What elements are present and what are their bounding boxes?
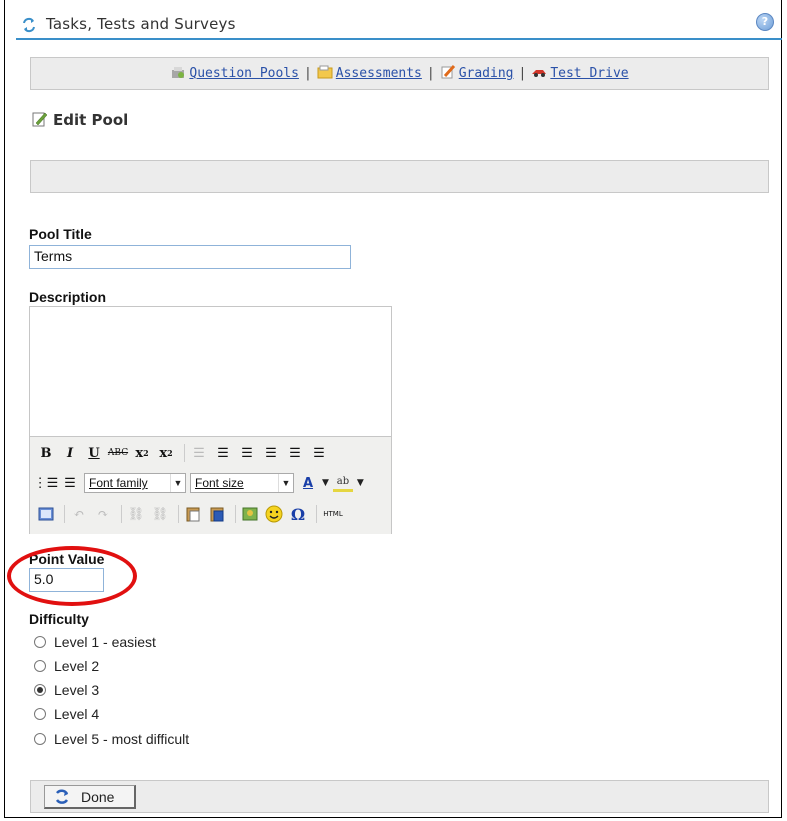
message-bar (30, 160, 769, 193)
edit-icon (32, 112, 47, 127)
paste-text-icon[interactable] (183, 504, 203, 524)
font-size-value: Font size (195, 476, 244, 490)
numbered-list-icon[interactable]: ☰ (60, 473, 80, 493)
tool-nav: Question Pools | Assessments | Grading | Te… (30, 57, 769, 90)
toolbar-divider (316, 505, 317, 523)
editor-toolbar: B I U ABC x2 x2 ☰ ☰ ☰ ☰ ☰ ☰ ⋮☰ ☰ Font fa… (30, 436, 391, 534)
assessments-icon (317, 65, 333, 79)
nav-separator: | (303, 66, 312, 81)
difficulty-label: Difficulty (29, 611, 89, 627)
radio-button[interactable] (34, 733, 46, 745)
panel-title: Tasks, Tests and Surveys (46, 15, 236, 33)
done-button-label: Done (81, 788, 115, 805)
highlight-annotation (7, 546, 137, 606)
chevron-down-icon[interactable]: ▼ (357, 478, 364, 488)
difficulty-option-level-1[interactable]: Level 1 - easiest (34, 632, 156, 652)
difficulty-option-level-3[interactable]: Level 3 (34, 680, 99, 700)
panel-header: Tasks, Tests and Surveys ? (16, 10, 782, 40)
special-character-icon[interactable]: Ω (288, 504, 308, 524)
radio-button[interactable] (34, 708, 46, 720)
align-left-icon[interactable]: ☰ (237, 443, 257, 463)
italic-icon[interactable]: I (60, 443, 80, 463)
difficulty-option-label: Level 4 (54, 706, 100, 722)
question-pools-icon (172, 67, 185, 78)
difficulty-option-level-2[interactable]: Level 2 (34, 656, 99, 676)
font-family-value: Font family (89, 476, 148, 490)
nav-link-grading[interactable]: Grading (459, 66, 514, 81)
radio-button-checked[interactable] (34, 684, 46, 696)
outdent-icon[interactable]: ☰ (189, 443, 209, 463)
nav-separator: | (426, 66, 435, 81)
difficulty-option-level-4[interactable]: Level 4 (34, 704, 99, 724)
done-button[interactable]: Done (44, 785, 136, 809)
strikethrough-icon[interactable]: ABC (108, 443, 128, 463)
toolbar-divider (178, 505, 179, 523)
difficulty-option-level-5[interactable]: Level 5 - most difficult (34, 729, 189, 749)
nav-link-assessments[interactable]: Assessments (336, 66, 422, 81)
difficulty-option-label: Level 1 - easiest (54, 634, 156, 650)
nav-link-question-pools[interactable]: Question Pools (189, 66, 299, 81)
toolbar-divider (64, 505, 65, 523)
link-icon[interactable]: ⛓ (126, 504, 146, 524)
test-drive-icon (532, 70, 547, 77)
done-icon (55, 789, 69, 804)
undo-icon[interactable]: ↶ (69, 504, 89, 524)
difficulty-option-label: Level 5 - most difficult (54, 731, 190, 747)
underline-icon[interactable]: U (84, 443, 104, 463)
description-textarea[interactable] (30, 307, 391, 436)
nav-link-test-drive[interactable]: Test Drive (550, 66, 628, 81)
footer-bar: Done (30, 780, 769, 813)
subscript-icon[interactable]: x2 (132, 443, 152, 463)
pool-title-label: Pool Title (29, 226, 92, 242)
highlight-color-icon[interactable]: ab (332, 475, 353, 492)
difficulty-option-label: Level 3 (54, 682, 100, 698)
help-icon[interactable]: ? (756, 13, 774, 31)
nav-separator: | (518, 66, 527, 81)
image-icon[interactable] (240, 504, 260, 524)
chevron-down-icon: ▼ (170, 474, 185, 492)
align-right-icon[interactable]: ☰ (285, 443, 305, 463)
table-icon[interactable] (36, 504, 56, 524)
radio-button[interactable] (34, 636, 46, 648)
chevron-down-icon: ▼ (278, 474, 293, 492)
description-label: Description (29, 289, 107, 305)
bold-icon[interactable]: B (36, 443, 56, 463)
pool-title-input[interactable]: Terms (29, 245, 351, 269)
description-editor: B I U ABC x2 x2 ☰ ☰ ☰ ☰ ☰ ☰ ⋮☰ ☰ Font fa… (29, 306, 392, 534)
bullet-list-icon[interactable]: ⋮☰ (34, 473, 59, 493)
font-family-select[interactable]: Font family ▼ (84, 473, 186, 493)
text-color-icon[interactable]: A (298, 473, 318, 493)
page-title-text: Edit Pool (53, 111, 129, 129)
chevron-down-icon[interactable]: ▼ (322, 478, 329, 488)
redo-icon[interactable]: ↷ (93, 504, 113, 524)
refresh-icon[interactable] (20, 16, 38, 34)
paste-word-icon[interactable] (207, 504, 227, 524)
align-center-icon[interactable]: ☰ (261, 443, 281, 463)
font-size-select[interactable]: Font size ▼ (190, 473, 294, 493)
radio-button[interactable] (34, 660, 46, 672)
unlink-icon[interactable]: ⛓ (150, 504, 170, 524)
superscript-icon[interactable]: x2 (156, 443, 176, 463)
grading-icon (441, 64, 455, 79)
toolbar-divider (235, 505, 236, 523)
align-justify-icon[interactable]: ☰ (309, 443, 329, 463)
difficulty-option-label: Level 2 (54, 658, 100, 674)
toolbar-divider (184, 444, 185, 462)
page-title: Edit Pool (32, 111, 128, 129)
toolbar-divider (121, 505, 122, 523)
indent-icon[interactable]: ☰ (213, 443, 233, 463)
html-source-icon[interactable]: HTML (321, 504, 345, 524)
emoticon-icon[interactable] (264, 504, 284, 524)
